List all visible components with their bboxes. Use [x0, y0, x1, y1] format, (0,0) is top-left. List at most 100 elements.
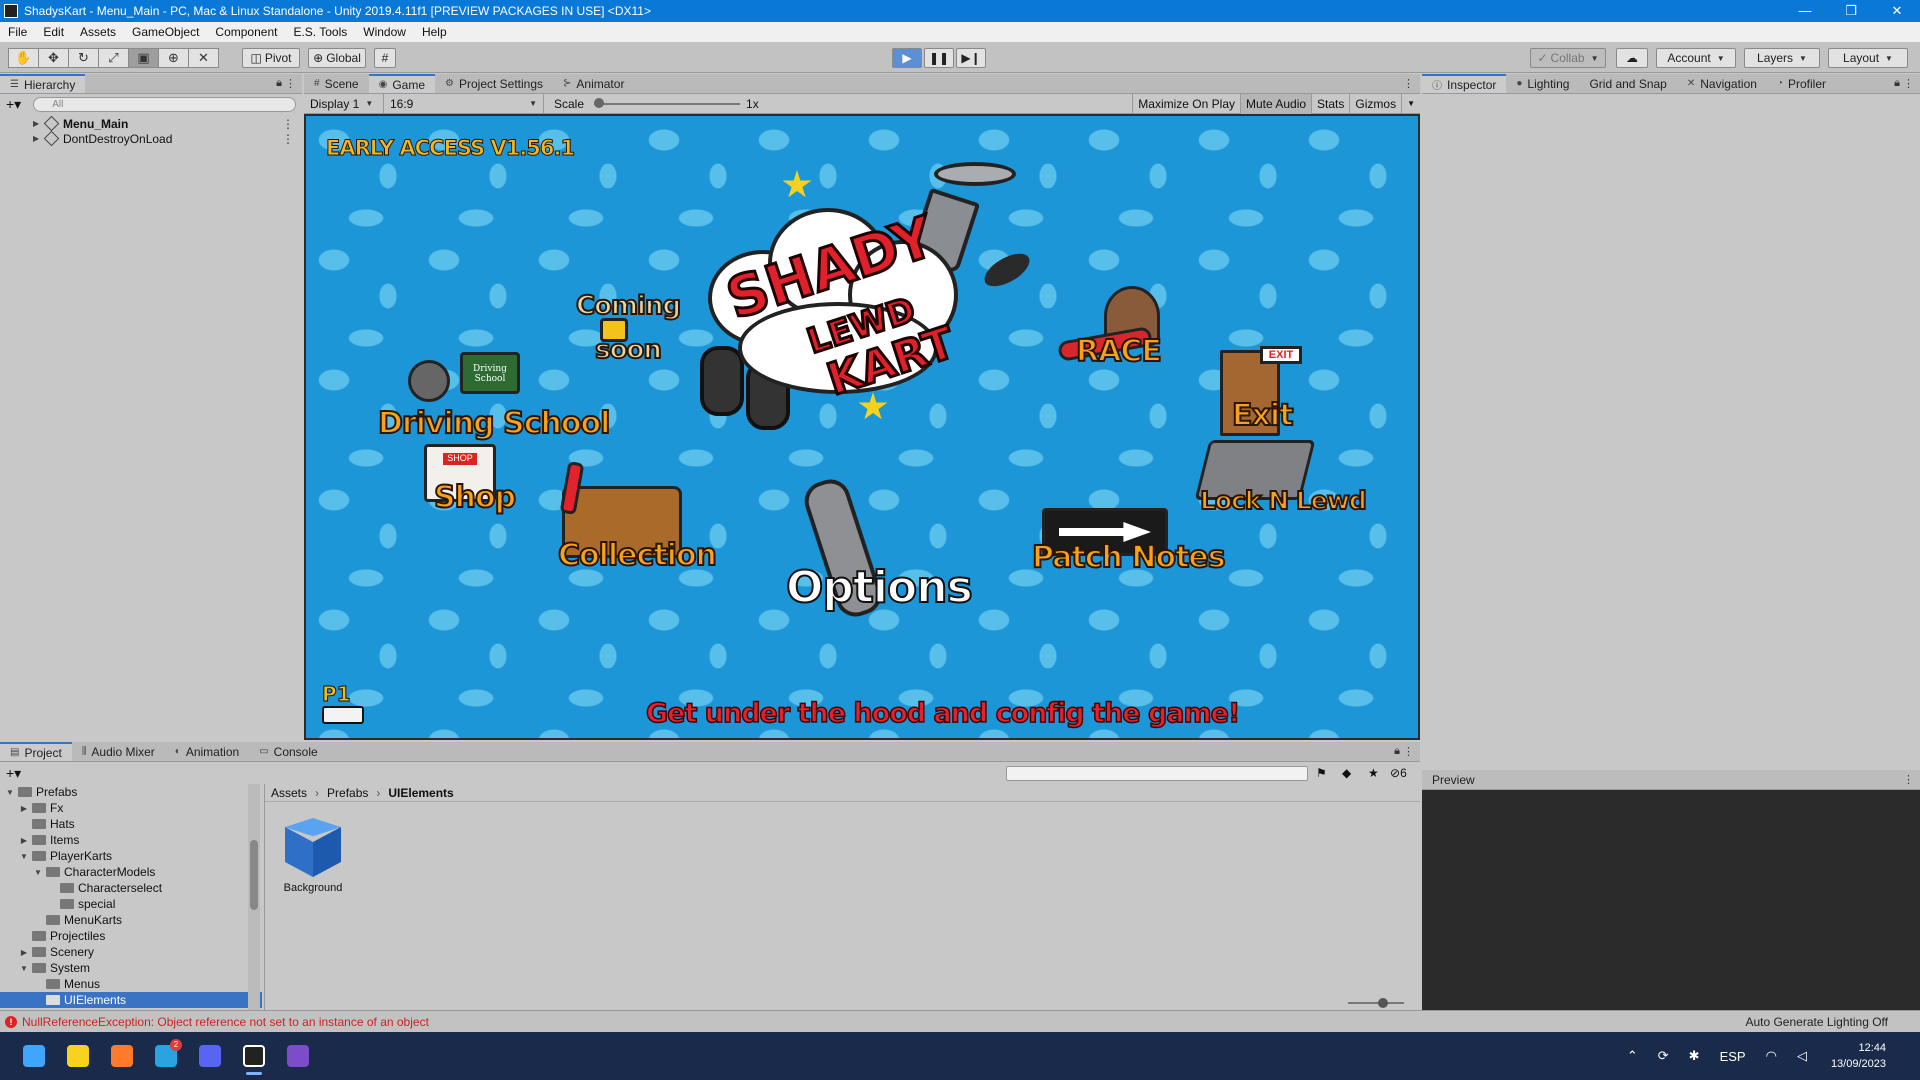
visual-studio-icon[interactable]: [278, 1036, 318, 1076]
cloud-button[interactable]: ☁: [1616, 48, 1648, 68]
hierarchy-search-input[interactable]: All: [33, 96, 296, 112]
tab-game[interactable]: ◉ Game: [368, 74, 436, 93]
create-asset-button[interactable]: +▾: [6, 765, 21, 782]
patch-notes-button[interactable]: Patch Notes: [1031, 539, 1227, 576]
move-tool-icon[interactable]: ✥: [38, 48, 69, 68]
shop-button[interactable]: Shop: [433, 479, 517, 516]
breadcrumb-prefabs[interactable]: Prefabs: [327, 786, 368, 800]
menu-edit[interactable]: Edit: [35, 25, 72, 39]
folder-tree-item[interactable]: ▶ Fx: [0, 800, 262, 816]
tab-scene[interactable]: # Scene: [304, 74, 369, 93]
folder-tree-item[interactable]: Characterselect: [0, 880, 262, 896]
project-search-input[interactable]: [1006, 766, 1308, 781]
gizmos-toggle[interactable]: Gizmos: [1349, 93, 1401, 114]
hierarchy-item-dontdestroyonload[interactable]: ▶ DontDestroyOnLoad ⋮: [0, 130, 302, 147]
exit-button[interactable]: Exit: [1231, 397, 1294, 434]
scale-slider-handle[interactable]: [594, 97, 605, 108]
folder-tree-item[interactable]: special: [0, 896, 262, 912]
tab-animator[interactable]: ⊱ Animator: [553, 74, 634, 93]
lock-icon[interactable]: 🔒︎: [1394, 745, 1400, 758]
sticky-notes-icon[interactable]: [58, 1036, 98, 1076]
folder-tree-item[interactable]: ▶ Scenery: [0, 944, 262, 960]
tab-inspector[interactable]: ⓘ Inspector: [1422, 74, 1507, 93]
wifi-icon[interactable]: ◠: [1766, 1048, 1777, 1064]
folder-tree-scrollbar[interactable]: [248, 784, 260, 1010]
firefox-icon[interactable]: [102, 1036, 142, 1076]
bluetooth-icon[interactable]: ✱: [1689, 1048, 1700, 1064]
asset-background[interactable]: Background: [277, 818, 349, 894]
language-indicator[interactable]: ESP: [1720, 1049, 1746, 1064]
expand-down-icon[interactable]: ▼: [4, 788, 16, 797]
panel-menu-icon[interactable]: ⋮: [1903, 77, 1914, 90]
expand-down-icon[interactable]: ▼: [32, 868, 44, 877]
menu-window[interactable]: Window: [355, 25, 414, 39]
kebab-menu-icon[interactable]: ⋮: [282, 132, 294, 146]
close-button[interactable]: ✕: [1874, 0, 1920, 22]
discord-icon[interactable]: [190, 1036, 230, 1076]
panel-menu-icon[interactable]: ⋮: [1403, 77, 1414, 90]
menu-help[interactable]: Help: [414, 25, 455, 39]
unity-icon[interactable]: [234, 1036, 274, 1076]
chevron-up-icon[interactable]: ⌃: [1627, 1048, 1638, 1064]
expand-arrow-icon[interactable]: ▶: [33, 134, 39, 143]
expand-down-icon[interactable]: ▼: [18, 964, 30, 973]
mute-audio-toggle[interactable]: Mute Audio: [1240, 93, 1312, 114]
windows-start-icon[interactable]: [14, 1036, 54, 1076]
tab-lighting[interactable]: ● Lighting: [1506, 74, 1579, 93]
favorites-star-icon[interactable]: ★: [1368, 766, 1379, 780]
search-by-type-icon[interactable]: ⚑: [1316, 766, 1327, 780]
add-object-button[interactable]: +▾: [6, 96, 21, 113]
expand-down-icon[interactable]: ▼: [18, 852, 30, 861]
snap-grid-icon[interactable]: #: [374, 48, 396, 68]
volume-icon[interactable]: ◁: [1797, 1048, 1807, 1064]
game-viewport[interactable]: EARLY ACCESS V1.56.1 SHADY LEWD KART Com…: [304, 114, 1420, 740]
panel-menu-icon[interactable]: ⋮: [1403, 745, 1414, 758]
tab-navigation[interactable]: ✕ Navigation: [1677, 74, 1767, 93]
system-clock[interactable]: 12:44 13/09/2023: [1831, 1040, 1886, 1072]
race-button[interactable]: RACE: [1075, 333, 1163, 370]
maximize-on-play-toggle[interactable]: Maximize On Play: [1132, 93, 1240, 114]
lock-n-lewd-button[interactable]: Lock N Lewd: [1199, 485, 1368, 516]
expand-arrow-icon[interactable]: ▶: [33, 119, 39, 128]
menu-gameobject[interactable]: GameObject: [124, 25, 207, 39]
pivot-toggle[interactable]: ◫ Pivot: [242, 48, 300, 68]
breadcrumb-uielements[interactable]: UIElements: [388, 786, 453, 800]
kebab-menu-icon[interactable]: ⋮: [282, 117, 294, 131]
folder-tree-item[interactable]: ▼ System: [0, 960, 262, 976]
collab-dropdown[interactable]: ✓ Collab ▼: [1530, 48, 1606, 68]
tab-profiler[interactable]: ◔ Profiler: [1767, 74, 1836, 93]
lock-icon[interactable]: 🔒︎: [1894, 77, 1900, 90]
aspect-dropdown[interactable]: 16:9 ▼: [384, 93, 544, 114]
folder-tree-item[interactable]: Projectiles: [0, 928, 262, 944]
layout-dropdown[interactable]: Layout ▼: [1828, 48, 1908, 68]
maximize-button[interactable]: ❐: [1828, 0, 1874, 22]
tab-hierarchy[interactable]: ☰ Hierarchy: [0, 74, 86, 93]
folder-tree-item[interactable]: Menus: [0, 976, 262, 992]
menu-assets[interactable]: Assets: [72, 25, 124, 39]
custom-tool-icon[interactable]: ✕: [188, 48, 219, 68]
folder-tree-item[interactable]: ▼ Prefabs: [0, 784, 262, 800]
folder-tree-item[interactable]: ▶ Items: [0, 832, 262, 848]
display-dropdown[interactable]: Display 1 ▼: [304, 93, 384, 114]
hierarchy-item-menu-main[interactable]: ▶ Menu_Main ⋮: [0, 115, 302, 132]
tab-grid-and-snap[interactable]: Grid and Snap: [1579, 74, 1676, 93]
folder-tree-item[interactable]: ▼ CharacterModels: [0, 864, 262, 880]
account-dropdown[interactable]: Account ▼: [1656, 48, 1736, 68]
folder-tree-item[interactable]: MenuKarts: [0, 912, 262, 928]
transform-tool-icon[interactable]: ⊕: [158, 48, 189, 68]
options-button[interactable]: Options: [785, 561, 974, 614]
global-toggle[interactable]: ⊕ Global: [308, 48, 366, 68]
expand-right-icon[interactable]: ▶: [18, 948, 30, 957]
expand-right-icon[interactable]: ▶: [18, 836, 30, 845]
hidden-packages-toggle[interactable]: ⊘6: [1390, 766, 1407, 780]
tab-audio-mixer[interactable]: ⫼ Audio Mixer: [72, 742, 165, 761]
icon-size-slider[interactable]: [1348, 998, 1404, 1008]
minimize-button[interactable]: —: [1782, 0, 1828, 22]
tab-project[interactable]: ▤ Project: [0, 742, 72, 761]
rotate-tool-icon[interactable]: ↻: [68, 48, 99, 68]
panel-menu-icon[interactable]: ⋮: [1903, 773, 1914, 786]
hand-tool-icon[interactable]: ✋: [8, 48, 39, 68]
tab-console[interactable]: ▭ Console: [249, 742, 327, 761]
sync-icon[interactable]: ⟳: [1658, 1048, 1669, 1064]
step-button[interactable]: ▶❙: [956, 48, 986, 68]
